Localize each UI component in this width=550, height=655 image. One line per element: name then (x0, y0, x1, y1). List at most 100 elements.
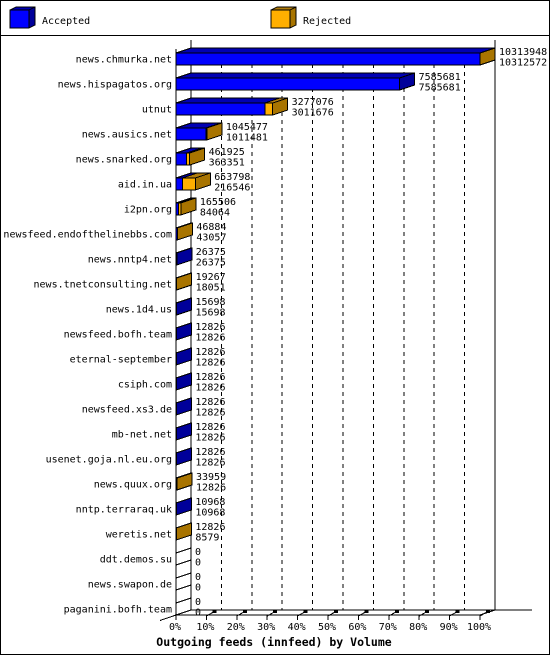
category-label: utnut (142, 105, 172, 116)
value-label-accepted: 7585681 (419, 83, 461, 94)
bar-end-face (175, 347, 192, 366)
x-tick-label: 70% (379, 622, 397, 633)
bar-row (175, 447, 192, 466)
bar-end-face (176, 247, 193, 266)
bar-row (175, 172, 211, 191)
bar-row (175, 297, 192, 316)
category-label: csiph.com (118, 380, 172, 391)
value-label-accepted: 12826 (195, 408, 225, 419)
x-tick-depth-dot (303, 610, 308, 613)
bar-end-face (175, 547, 192, 566)
bar-row (175, 472, 193, 491)
x-tick-label: 40% (288, 622, 306, 633)
value-label-accepted: 43057 (196, 233, 226, 244)
value-label-accepted: 216546 (214, 183, 250, 194)
value-label-total: 0 (195, 572, 201, 583)
value-label-accepted: 10312572 (499, 58, 547, 69)
legend-item-rejected: Rejected (270, 6, 351, 29)
bar-row (175, 47, 496, 66)
chart-title: Outgoing feeds (innfeed) by Volume (156, 635, 391, 649)
bar-accepted-top (175, 97, 280, 104)
bar-end-face (175, 572, 192, 591)
value-label-total: 1045477 (226, 122, 268, 133)
value-label-total: 461925 (209, 147, 245, 158)
category-label: newsfeed.xs3.de (82, 405, 172, 416)
x-tick-depth-dot (394, 610, 399, 613)
category-label: paganini.bofh.team (64, 605, 172, 616)
value-label-accepted: 3011676 (292, 108, 334, 119)
x-tick-depth-dot (425, 610, 430, 613)
value-label-total: 19267 (196, 272, 226, 283)
x-tick-depth-dot (364, 610, 369, 613)
bar-row (175, 272, 193, 291)
value-label-accepted: 15698 (195, 308, 225, 319)
bar-end-face (175, 422, 192, 441)
x-tick-depth-dot (486, 610, 490, 613)
value-label-total: 165506 (200, 197, 236, 208)
value-label-total: 10313948 (499, 47, 547, 58)
value-label-accepted: 12826 (196, 483, 226, 494)
category-label: i2pn.org (124, 205, 172, 216)
x-tick-label: 80% (409, 622, 427, 633)
bar-row (175, 97, 289, 116)
chart-canvas: Accepted Rejected news.chmurka.net news.h… (0, 0, 550, 655)
bar-end-face (175, 297, 192, 316)
category-label: news.tnetconsulting.net (34, 280, 172, 291)
value-label-total: 15698 (195, 297, 225, 308)
value-label-accepted: 8579 (195, 533, 219, 544)
bar-accepted (175, 77, 401, 91)
value-label-total: 12826 (195, 397, 225, 408)
category-label: weretis.net (106, 530, 172, 541)
x-tick-label: 60% (348, 622, 366, 633)
value-label-accepted: 26375 (196, 258, 226, 269)
bar-row (175, 397, 192, 416)
category-label: newsfeed.endofthelinebbs.com (3, 230, 172, 241)
legend-swatch-rejected-side (289, 6, 297, 29)
value-label-total: 3277076 (292, 97, 334, 108)
value-label-accepted: 12826 (195, 458, 225, 469)
floor-left-edge (159, 614, 177, 621)
category-label: mb-net.net (112, 430, 172, 441)
value-label-total: 12826 (195, 322, 225, 333)
value-labels: 1031394810312572 75856817585681 3277076301… (195, 47, 547, 619)
bar-end-face (175, 322, 192, 341)
x-tick-depth-dot (273, 610, 278, 613)
legend-label-rejected: Rejected (303, 16, 351, 27)
bar-row (175, 522, 192, 541)
legend-item-accepted: Accepted (9, 6, 90, 29)
bar-accepted (175, 177, 183, 191)
bar-accepted-top (175, 47, 496, 54)
category-label: news.ausics.net (82, 130, 172, 141)
innfeed-volume-graph: Accepted Rejected news.chmurka.net news.h… (0, 0, 550, 655)
value-label-accepted: 0 (195, 583, 201, 594)
bar-end-face (176, 272, 193, 291)
bar-row (175, 572, 192, 591)
value-label-accepted: 12826 (195, 333, 225, 344)
bar-accepted (175, 102, 266, 116)
bar-row (175, 347, 192, 366)
category-label: news.swapon.de (88, 580, 172, 591)
bar-accepted-top (175, 72, 415, 79)
category-label: eternal-september (70, 355, 172, 366)
value-label-accepted: 12826 (195, 383, 225, 394)
legend-swatch-accepted-side (28, 6, 36, 29)
category-label: news.nntp4.net (88, 255, 172, 266)
value-label-total: 26375 (196, 247, 226, 258)
category-label: news.chmurka.net (76, 55, 172, 66)
bar-accepted (175, 152, 188, 166)
category-label: news.hispagatos.org (58, 80, 172, 91)
value-label-accepted: 84064 (200, 208, 230, 219)
category-label: newsfeed.bofh.team (64, 330, 172, 341)
x-tick-depth-dot (455, 610, 460, 613)
value-label-total: 33959 (196, 472, 226, 483)
bar-end-face (175, 397, 192, 416)
x-axis-ticks: 0% 10% 20% 30% 40% 50% 60% 70% 80% 90% 100% (169, 610, 491, 633)
legend: Accepted Rejected (9, 6, 351, 29)
value-label-total: 653798 (214, 172, 250, 183)
value-label-accepted: 0 (195, 608, 201, 619)
legend-swatch-rejected (270, 9, 291, 29)
value-label-accepted: 0 (195, 558, 201, 569)
category-label: news.quux.org (94, 480, 172, 491)
x-tick-depth-dot (212, 610, 217, 613)
x-tick-label: 30% (257, 622, 275, 633)
